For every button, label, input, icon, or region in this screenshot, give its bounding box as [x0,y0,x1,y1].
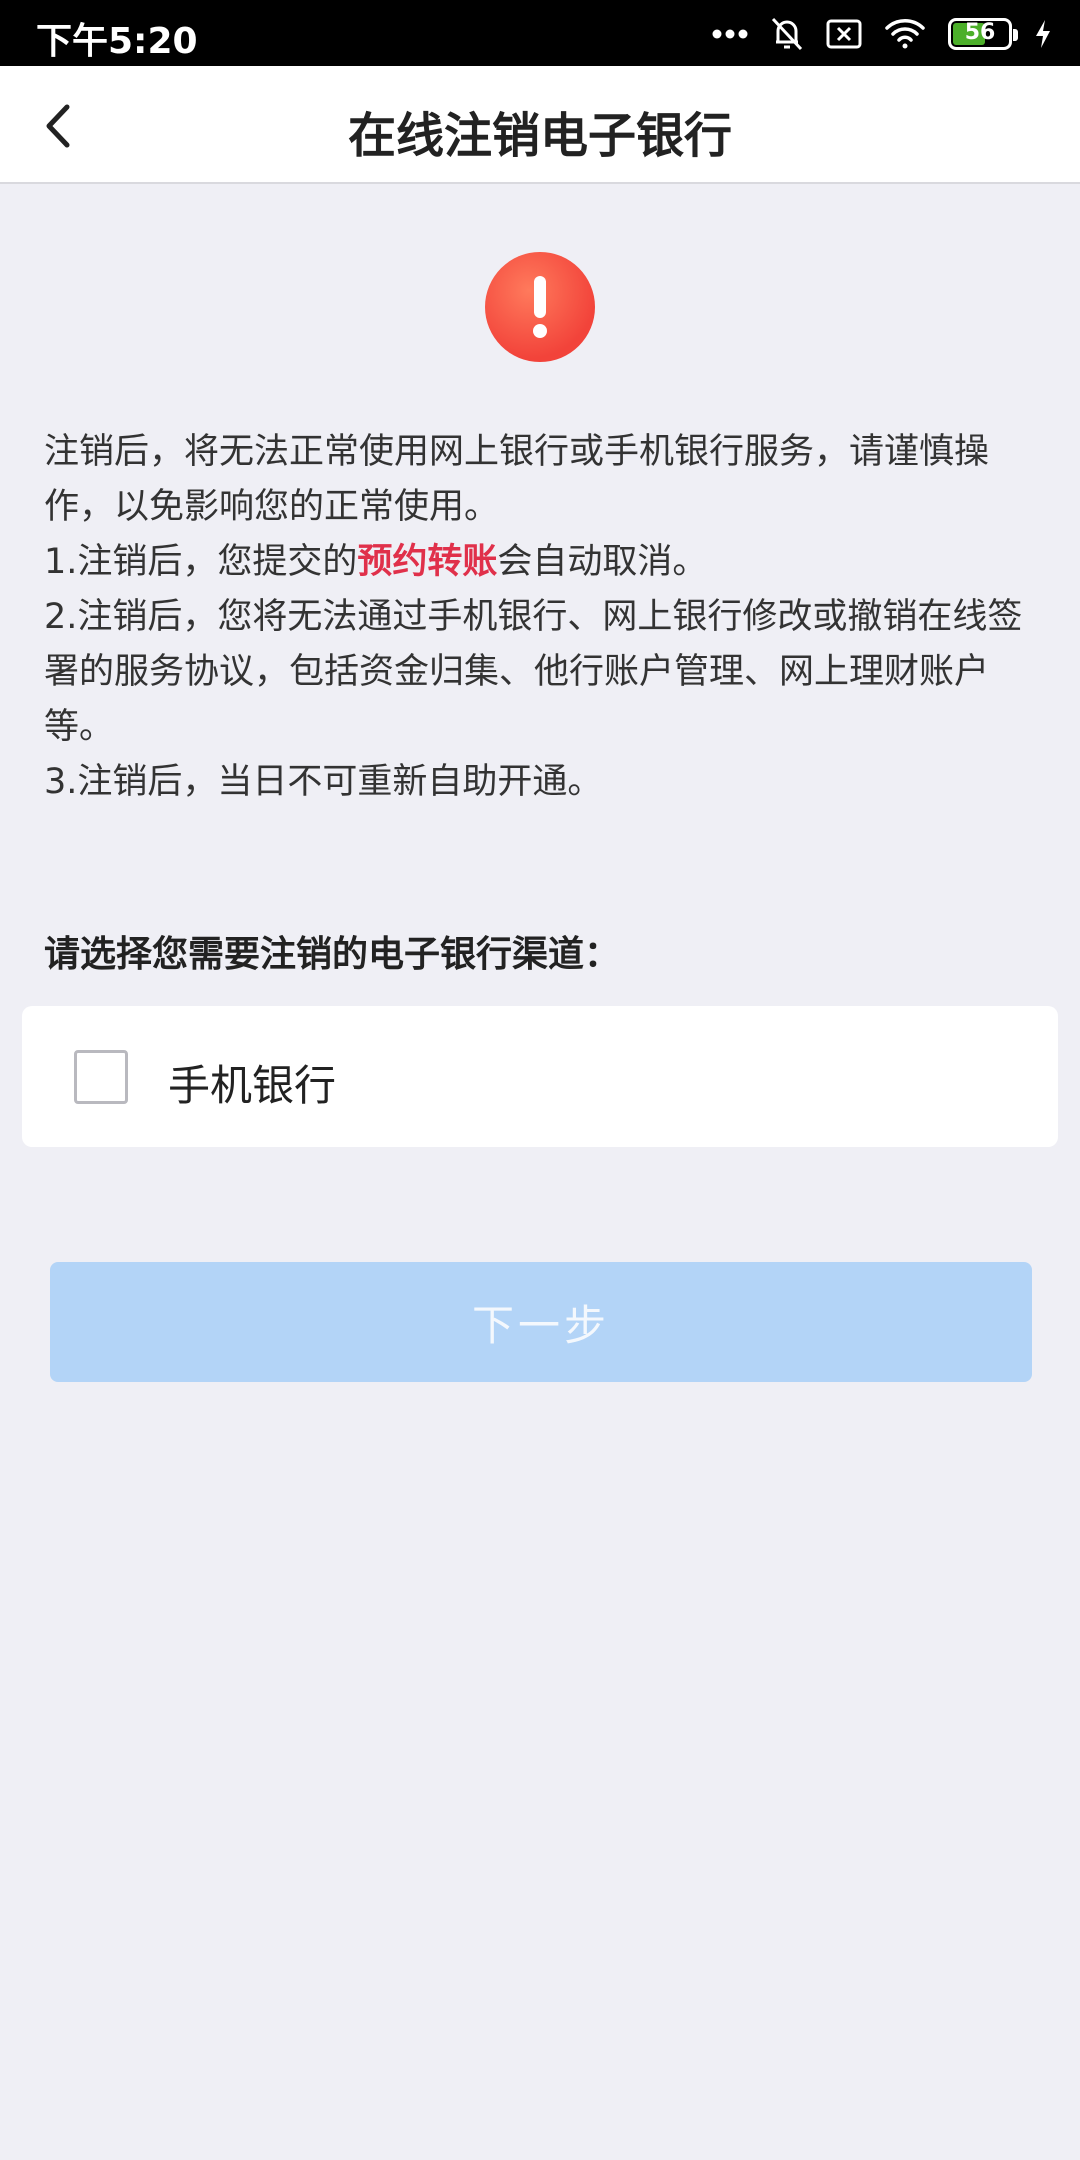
more-dots-icon [712,28,748,40]
notice-intro: 注销后，将无法正常使用网上银行或手机银行服务，请谨慎操作，以免影响您的正常使用。 [44,432,990,527]
notice-item-1-suffix: 会自动取消。 [497,542,708,582]
wifi-icon [884,18,926,50]
exclamation-icon [485,252,595,362]
status-bar: 下午5:20 56 [0,0,1080,66]
next-step-button[interactable]: 下一步 [50,1262,1032,1382]
battery-nub [1013,29,1018,41]
charging-bolt-icon [1034,19,1052,49]
page-title: 在线注销电子银行 [347,108,732,164]
sim-off-icon [826,19,862,49]
notice-list: 1.注销后，您提交的预约转账会自动取消。 2.注销后，您将无法通过手机银行、网上… [44,535,1044,810]
scheduled-transfer-highlight: 预约转账 [357,542,498,582]
notice-item-2: 2.注销后，您将无法通过手机银行、网上银行修改或撤销在线签署的服务协议，包括资金… [44,597,1023,747]
status-time: 下午5:20 [36,21,198,62]
battery-icon: 56 [948,18,1018,50]
nav-bar: 在线注销电子银行 [0,66,1080,184]
battery-level: 56 [964,20,996,45]
mute-bell-icon [770,16,804,52]
channel-section-title: 请选择您需要注销的电子银行渠道： [44,934,621,975]
channel-option-mobile-banking[interactable]: 手机银行 [22,1006,1058,1147]
channel-option-label: 手机银行 [168,1061,337,1110]
notice-text: 注销后，将无法正常使用网上银行或手机银行服务，请谨慎操作，以免影响您的正常使用。… [44,425,1044,810]
notice-item-1: 1.注销后，您提交的预约转账会自动取消。 [44,535,1044,590]
notice-item-1-prefix: 1.注销后，您提交的 [44,542,358,582]
status-icons: 56 [712,14,1052,54]
mobile-banking-checkbox[interactable] [74,1050,128,1104]
notice-item-3: 3.注销后，当日不可重新自助开通。 [44,762,603,802]
